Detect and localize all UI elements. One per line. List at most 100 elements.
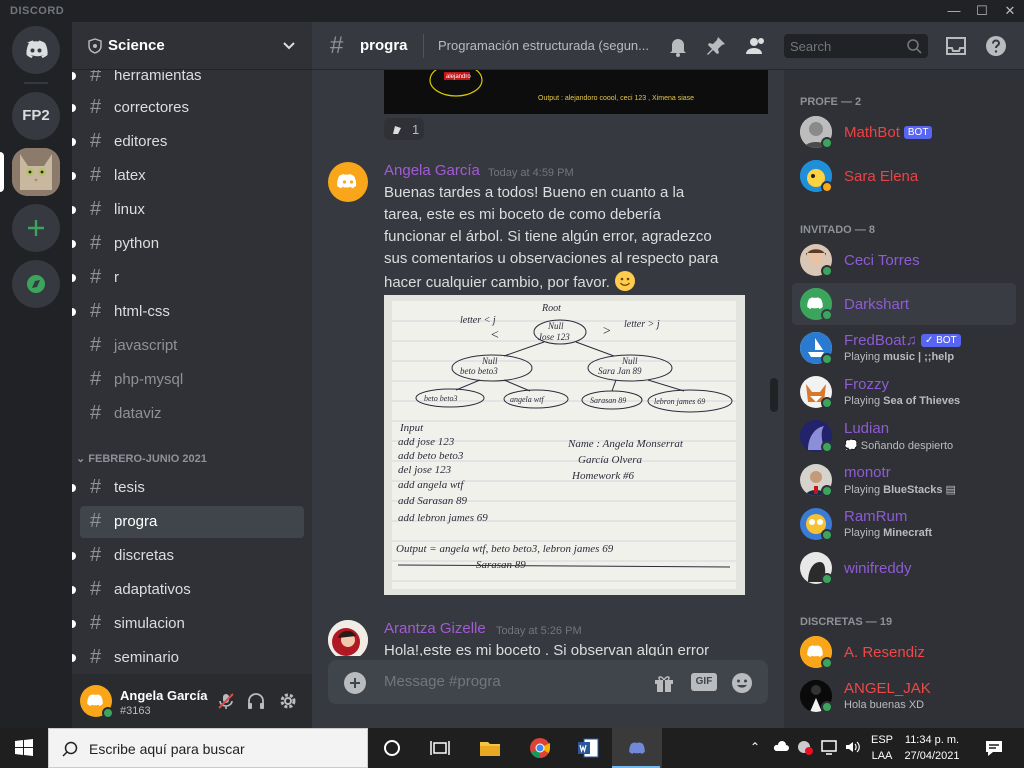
channel-discretas[interactable]: # discretas: [72, 540, 304, 572]
member-item[interactable]: MathBot BOT: [792, 111, 1016, 153]
hash-icon: #: [90, 646, 102, 668]
channel-adaptativos[interactable]: # adaptativos: [72, 574, 304, 606]
channel-tesis[interactable]: # tesis: [72, 472, 304, 504]
discord-logo-icon: [629, 742, 645, 754]
chrome-icon[interactable]: [528, 736, 552, 760]
server-science[interactable]: [12, 148, 60, 196]
minimize-button[interactable]: —: [940, 0, 968, 22]
gif-button[interactable]: GIF: [691, 673, 717, 691]
handwritten-tree-photo[interactable]: Root letter < j letter > j < > Null Jose…: [384, 295, 745, 595]
member-list: PROFE — 2 MathBot BOT Sara Elena INVITADO…: [784, 22, 1024, 728]
reaction-pill[interactable]: 1: [384, 118, 424, 140]
clock-time[interactable]: 11:34 p. m.: [898, 734, 966, 746]
member-item[interactable]: Frozzy Playing Sea of Thieves: [792, 371, 1016, 413]
member-item[interactable]: RamRum Playing Minecraft: [792, 503, 1016, 545]
windows-start-icon[interactable]: [12, 736, 36, 760]
message-avatar[interactable]: [328, 162, 368, 202]
inbox-icon[interactable]: [944, 34, 968, 58]
taskbar-search[interactable]: Escribe aquí para buscar: [48, 728, 368, 768]
unread-indicator: [72, 308, 76, 316]
input-line: add lebron james 69: [398, 512, 488, 524]
cortana-icon[interactable]: [380, 736, 404, 760]
server-fp2[interactable]: FP2: [12, 92, 60, 140]
bell-icon[interactable]: [666, 34, 690, 58]
member-item[interactable]: ANGEL_JAK Hola buenas XD: [792, 675, 1016, 717]
verified-bot-badge: ✓ BOT: [920, 334, 961, 347]
member-item[interactable]: Darkshart: [792, 283, 1016, 325]
explore-servers-button[interactable]: [12, 260, 60, 308]
tray-expand-icon[interactable]: ⌃: [750, 740, 760, 754]
channel-label: html-css: [114, 303, 170, 320]
right-rule-label: letter > j: [624, 319, 660, 330]
update-alert-icon[interactable]: [796, 738, 814, 756]
windows-taskbar: Escribe aquí para buscar ⌃ ESP LAA 11:34…: [0, 728, 1024, 768]
channel-html-css[interactable]: # html-css: [72, 296, 304, 328]
guild-header[interactable]: Science: [72, 22, 312, 70]
emoji-picker-icon[interactable]: [730, 671, 754, 695]
member-group-header: DISCRETAS — 19: [800, 616, 893, 628]
search-input[interactable]: Search: [784, 34, 928, 58]
discord-taskbar-button[interactable]: [612, 728, 662, 768]
channel-javascript[interactable]: # javascript: [80, 330, 304, 362]
channel-editores[interactable]: # editores: [72, 126, 304, 158]
channel-correctores[interactable]: # correctores: [72, 92, 304, 124]
help-icon[interactable]: [984, 34, 1008, 58]
close-window-button[interactable]: ✕: [996, 0, 1024, 22]
member-item[interactable]: Ludian 💭 Soñando despierto: [792, 415, 1016, 457]
maximize-button[interactable]: ☐: [968, 0, 996, 22]
node-null: Null: [621, 356, 638, 366]
code-output-image: alejandro Output : alejandoro coool, cec…: [384, 70, 768, 114]
reaction-emoji-icon: [393, 126, 401, 134]
message-composer[interactable]: Message #progra GIF: [328, 660, 768, 704]
member-item[interactable]: monotr Playing BlueStacks ▤: [792, 459, 1016, 501]
task-view-icon[interactable]: [428, 736, 452, 760]
online-status-dot: [821, 657, 833, 669]
member-item[interactable]: winifreddy: [792, 547, 1016, 589]
channel-dataviz[interactable]: # dataviz: [80, 398, 304, 430]
home-button[interactable]: [12, 26, 60, 74]
add-server-button[interactable]: [12, 204, 60, 252]
channel-list: # herramientas # correctores # editores # la…: [72, 70, 312, 674]
channel-python[interactable]: # python: [72, 228, 304, 260]
hash-icon: #: [90, 300, 102, 322]
message-author[interactable]: Angela García: [384, 162, 480, 179]
channel-progra[interactable]: # progra: [80, 506, 304, 538]
channel-label: herramientas: [114, 70, 202, 84]
gift-icon[interactable]: [652, 671, 676, 695]
member-item[interactable]: FredBoat♫ ✓ BOT Playing music | ;;help: [792, 327, 1016, 369]
category-header[interactable]: ⌄ FEBRERO-JUNIO 2021: [76, 452, 207, 465]
member-item[interactable]: A. Resendiz: [792, 631, 1016, 673]
pin-icon[interactable]: [704, 34, 728, 58]
volume-icon[interactable]: [844, 738, 862, 756]
member-item[interactable]: Sara Elena: [792, 155, 1016, 197]
channel-latex[interactable]: # latex: [72, 160, 304, 192]
mute-mic-icon[interactable]: [216, 691, 236, 711]
cloud-icon[interactable]: [772, 738, 790, 756]
headphones-icon[interactable]: [246, 691, 266, 711]
keyboard-layout[interactable]: LAA: [868, 750, 896, 762]
member-item[interactable]: Ceci Torres: [792, 239, 1016, 281]
channel-r[interactable]: # r: [72, 262, 304, 294]
file-explorer-icon[interactable]: [478, 736, 502, 760]
message-scrollbar[interactable]: [770, 378, 778, 412]
channel-php-mysql[interactable]: # php-mysql: [80, 364, 304, 396]
language-indicator[interactable]: ESP: [868, 734, 896, 746]
channel-herramientas[interactable]: # herramientas: [72, 70, 304, 92]
search-icon: [907, 39, 922, 54]
channel-linux[interactable]: # linux: [72, 194, 304, 226]
notifications-icon[interactable]: [982, 736, 1006, 760]
network-icon[interactable]: [820, 738, 838, 756]
member-list-icon[interactable]: [744, 34, 768, 58]
channel-topic[interactable]: Programación estructurada (segun...: [438, 38, 658, 53]
message-author[interactable]: Arantza Gizelle: [384, 620, 486, 637]
clock-date[interactable]: 27/04/2021: [898, 750, 966, 762]
user-avatar[interactable]: [80, 685, 114, 719]
hash-icon: #: [90, 510, 102, 532]
channel-simulacion[interactable]: # simulacion: [72, 608, 304, 640]
previous-image-attachment[interactable]: alejandro Output : alejandoro coool, cec…: [384, 70, 768, 114]
word-icon[interactable]: [576, 736, 600, 760]
message-avatar[interactable]: [328, 620, 368, 656]
channel-seminario[interactable]: # seminario: [72, 642, 304, 674]
gear-icon[interactable]: [278, 691, 298, 711]
upload-plus-icon[interactable]: [344, 672, 366, 694]
